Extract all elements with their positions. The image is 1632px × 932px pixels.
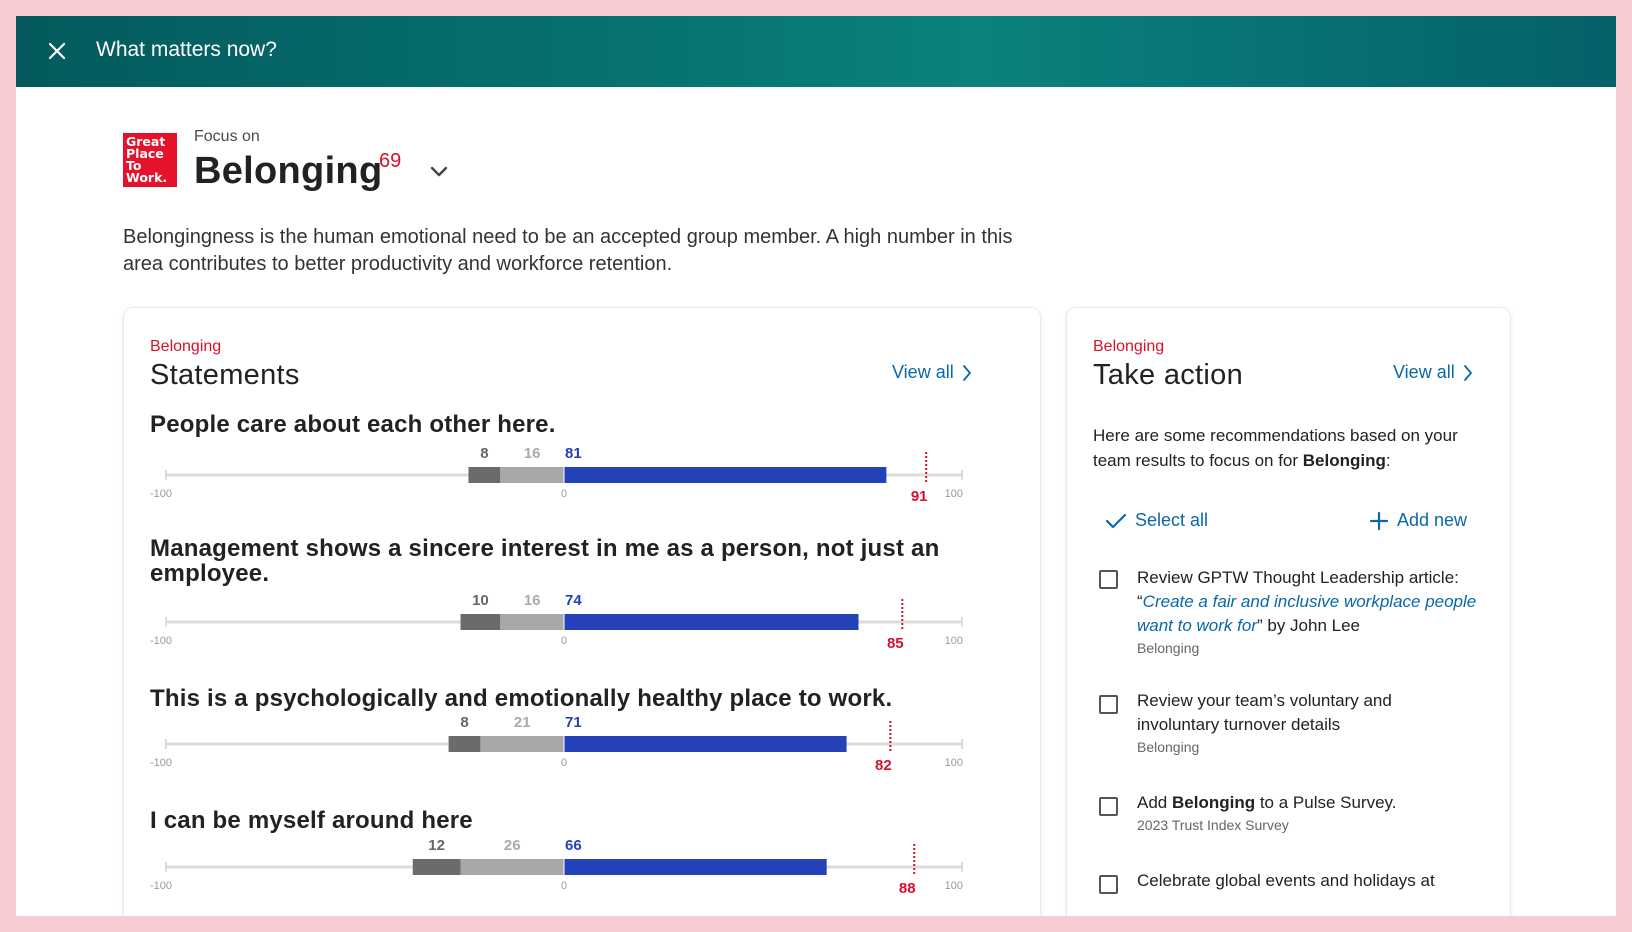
recommendation-text: Celebrate global events and holidays at (1137, 871, 1435, 890)
statement-score-chart: 8 16 81 91 -100 0 100 (150, 445, 963, 505)
recommendation-checkbox[interactable] (1099, 875, 1118, 894)
actions-view-all-link[interactable]: View all (1393, 362, 1473, 383)
focus-description: Belongingness is the human emotional nee… (123, 226, 1013, 275)
neutral-bar (500, 467, 564, 483)
page-title: What matters now? (96, 38, 277, 61)
negative-bar (468, 467, 501, 483)
statements-title: Statements (150, 359, 300, 391)
recommendation-checkbox[interactable] (1099, 570, 1118, 589)
neutral-bar (500, 614, 564, 630)
great-place-to-work-logo: Great Place To Work. (123, 133, 177, 187)
statement-text: People care about each other here. (150, 411, 556, 438)
axis-max-label: 100 (945, 880, 963, 892)
statement-score-chart: 10 16 74 85 -100 0 100 (150, 592, 963, 652)
negative-bar (460, 614, 501, 630)
axis-max-label: 100 (945, 488, 963, 500)
focus-title: Belonging (194, 150, 383, 192)
actions-eyebrow: Belonging (1093, 338, 1165, 355)
recommendation-category: Belonging (1137, 739, 1200, 755)
positive-bar (564, 859, 827, 875)
benchmark-value-label: 85 (887, 635, 904, 652)
negative-value-label: 12 (428, 837, 445, 854)
view-all-label: View all (892, 362, 954, 382)
statement-text: I can be myself around here (150, 807, 473, 834)
statement-item: This is a psychologically and emotionall… (150, 685, 1030, 774)
benchmark-value-label: 82 (875, 757, 892, 774)
select-all-label: Select all (1135, 510, 1209, 530)
axis-zero-label: 0 (561, 880, 567, 892)
recommendations-intro: Here are some recommendations based on y… (1093, 426, 1458, 470)
app-window: What matters now? Great Place To Work. F… (16, 16, 1616, 916)
add-new-label: Add new (1397, 510, 1468, 530)
neutral-value-label: 16 (524, 445, 541, 462)
recommendation-text: Review your team’s voluntary and involun… (1137, 689, 1477, 757)
statement-item: Management shows a sincere interest in m… (150, 535, 1030, 652)
header-bar: What matters now? (16, 16, 1616, 87)
plus-icon (1369, 511, 1389, 530)
axis-zero-label: 0 (561, 635, 567, 647)
recommendation-checkbox[interactable] (1099, 695, 1118, 714)
negative-value-label: 10 (472, 592, 489, 609)
statement-item: People care about each other here. 8 16 81… (150, 411, 1030, 505)
statements-view-all-link[interactable]: View all (892, 362, 972, 383)
axis-min-label: -100 (150, 635, 172, 647)
axis-min-label: -100 (150, 757, 172, 769)
neutral-bar (460, 859, 564, 875)
neutral-bar (480, 736, 564, 752)
focus-label: Focus on (194, 128, 260, 145)
neutral-value-label: 16 (524, 592, 541, 609)
neutral-value-label: 26 (504, 837, 521, 854)
statement-score-chart: 8 21 71 82 -100 0 100 (150, 714, 963, 774)
neutral-value-label: 21 (514, 714, 531, 731)
recommendation-category: 2023 Trust Index Survey (1137, 817, 1289, 833)
chevron-right-icon (1463, 364, 1472, 381)
benchmark-value-label: 91 (911, 488, 928, 505)
axis-min-label: -100 (150, 488, 172, 500)
positive-value-label: 74 (565, 592, 582, 609)
close-icon[interactable] (42, 36, 72, 66)
axis-max-label: 100 (945, 757, 963, 769)
take-action-card: Belonging Take action View all Here are … (1066, 307, 1511, 916)
axis-zero-label: 0 (561, 757, 567, 769)
axis-min-label: -100 (150, 880, 172, 892)
positive-value-label: 71 (565, 714, 582, 731)
actions-title: Take action (1093, 359, 1243, 391)
chevron-right-icon (962, 364, 971, 381)
statement-score-chart: 12 26 66 88 -100 0 100 (150, 837, 963, 897)
recommendation-text: Review GPTW Thought Leadership article: … (1137, 568, 1477, 656)
select-all-button[interactable]: Select all (1105, 510, 1208, 531)
positive-bar (564, 467, 887, 483)
recommendation-category: Belonging (1137, 640, 1200, 656)
negative-bar (412, 859, 461, 875)
positive-bar (564, 614, 859, 630)
statement-text: This is a psychologically and emotionall… (150, 685, 893, 712)
focus-score: 69 (379, 150, 402, 172)
recommendation-text: Add Belonging to a Pulse Survey. 2023 Tr… (1137, 791, 1477, 835)
benchmark-value-label: 88 (899, 880, 916, 897)
negative-value-label: 8 (460, 714, 468, 731)
view-all-label: View all (1393, 362, 1455, 382)
negative-bar (448, 736, 481, 752)
negative-value-label: 8 (480, 445, 488, 462)
add-new-button[interactable]: Add new (1369, 510, 1467, 531)
statements-eyebrow: Belonging (150, 338, 222, 355)
checkmark-icon (1105, 513, 1127, 528)
statement-item: I can be myself around here 12 26 66 88 -100… (150, 807, 1030, 897)
positive-value-label: 66 (565, 837, 582, 854)
axis-zero-label: 0 (561, 488, 567, 500)
positive-bar (564, 736, 847, 752)
positive-value-label: 81 (565, 445, 582, 462)
statement-text: Management shows a sincere interest in m… (150, 535, 940, 587)
axis-max-label: 100 (945, 635, 963, 647)
recommendation-checkbox[interactable] (1099, 797, 1118, 816)
chevron-down-icon[interactable] (427, 160, 451, 184)
statements-card: Belonging Statements View all People car… (123, 307, 1041, 916)
